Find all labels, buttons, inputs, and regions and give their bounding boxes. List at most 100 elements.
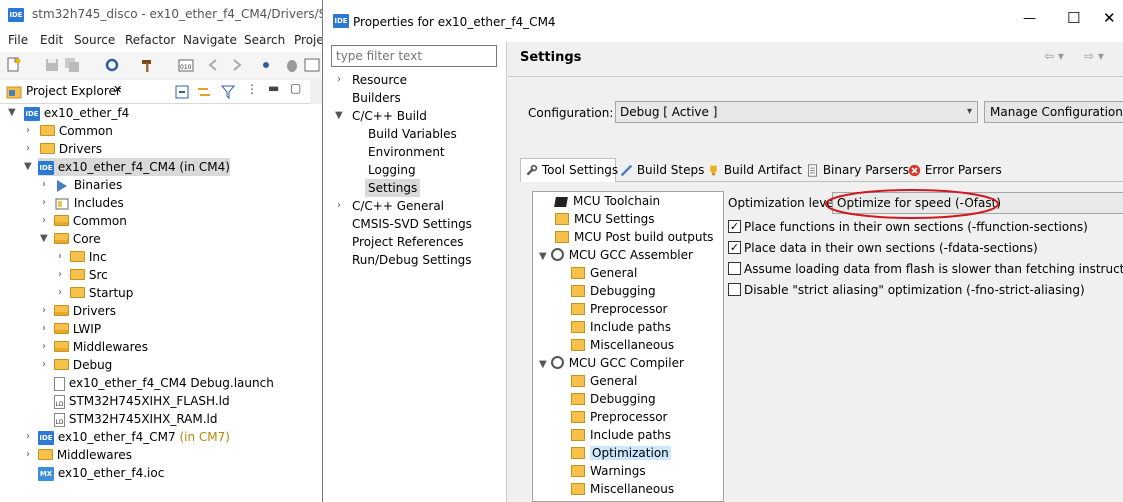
- linker-file-icon: LD: [54, 412, 65, 427]
- menu-file[interactable]: File: [8, 33, 28, 47]
- tool-item-cc-misc[interactable]: Miscellaneous: [571, 480, 674, 498]
- terminal-icon[interactable]: [304, 57, 320, 73]
- tool-item-asm-general[interactable]: General: [571, 264, 637, 282]
- chevron-right-icon[interactable]: ›: [337, 197, 347, 215]
- chevron-right-icon[interactable]: ›: [26, 122, 36, 140]
- chevron-right-icon[interactable]: ›: [58, 284, 68, 302]
- tool-item-asm-preprocessor[interactable]: Preprocessor: [571, 300, 667, 318]
- link-editor-icon[interactable]: [196, 84, 212, 100]
- tool-item-compiler[interactable]: ▼ MCU GCC Compiler: [539, 354, 684, 372]
- tool-item-cc-general[interactable]: General: [571, 372, 637, 390]
- menu-navigate[interactable]: Navigate: [183, 33, 237, 47]
- back-icon[interactable]: ⇦ ▾: [1044, 49, 1064, 63]
- hammer-icon[interactable]: [140, 57, 156, 73]
- binary-icon[interactable]: 010: [178, 57, 194, 73]
- pin-icon[interactable]: [258, 57, 274, 73]
- chevron-right-icon[interactable]: ›: [26, 428, 36, 446]
- option-strict-aliasing[interactable]: Disable "strict aliasing" optimization (…: [728, 281, 1085, 299]
- save-icon[interactable]: [44, 57, 60, 73]
- menu-refactor[interactable]: Refactor: [125, 33, 175, 47]
- minimize-icon[interactable]: —: [1023, 11, 1036, 26]
- forward-icon[interactable]: ⇨ ▾: [1084, 49, 1104, 63]
- debug-icon[interactable]: [284, 57, 300, 73]
- nav-item-label: Project References: [352, 235, 464, 249]
- chevron-right-icon[interactable]: ›: [42, 356, 52, 374]
- chevron-right-icon[interactable]: ›: [42, 302, 52, 320]
- maximize-icon[interactable]: ☐: [1067, 9, 1080, 27]
- tool-item-mcu-toolchain[interactable]: MCU Toolchain: [554, 192, 660, 210]
- chevron-right-icon[interactable]: ›: [42, 212, 52, 230]
- tree-item-label: ex10_ether_f4: [43, 106, 130, 120]
- tab-binary-parsers[interactable]: Binary Parsers: [802, 159, 913, 181]
- manage-configurations-button[interactable]: Manage Configurations...: [984, 101, 1123, 123]
- option-label: Place functions in their own sections (-…: [744, 220, 1088, 234]
- menu-project[interactable]: Proje: [294, 33, 324, 47]
- option-data-sections[interactable]: ✓ Place data in their own sections (-fdat…: [728, 239, 1038, 257]
- chevron-down-icon[interactable]: ▼: [335, 107, 345, 125]
- tool-item-asm-debugging[interactable]: Debugging: [571, 282, 656, 300]
- tool-item-cc-debugging[interactable]: Debugging: [571, 390, 656, 408]
- chevron-right-icon[interactable]: ›: [42, 338, 52, 356]
- tab-build-steps[interactable]: Build Steps: [616, 159, 708, 181]
- tab-tool-settings[interactable]: Tool Settings: [520, 158, 618, 182]
- checkbox-data-sections[interactable]: ✓: [728, 241, 741, 254]
- chevron-right-icon[interactable]: ›: [58, 266, 68, 284]
- tool-item-label: MCU Settings: [574, 212, 655, 226]
- dialog-title: Properties for ex10_ether_f4_CM4: [353, 15, 556, 29]
- filter-icon[interactable]: [220, 84, 236, 100]
- configuration-select[interactable]: Debug [ Active ] ▾: [615, 101, 978, 123]
- tool-item-cc-warnings[interactable]: Warnings: [571, 462, 646, 480]
- chevron-right-icon[interactable]: ›: [42, 320, 52, 338]
- forward-icon[interactable]: [228, 57, 244, 73]
- tool-item-cc-preprocessor[interactable]: Preprocessor: [571, 408, 667, 426]
- configuration-label: Configuration:: [528, 106, 614, 120]
- tool-item-post-build[interactable]: MCU Post build outputs: [555, 228, 713, 246]
- filter-input[interactable]: [331, 45, 497, 67]
- tool-item-cc-include-paths[interactable]: Include paths: [571, 426, 671, 444]
- folder-icon: [40, 125, 55, 136]
- chevron-right-icon[interactable]: ›: [337, 71, 347, 89]
- chevron-right-icon[interactable]: ›: [58, 248, 68, 266]
- checkbox-flash-slower[interactable]: [728, 262, 741, 275]
- tool-item-mcu-settings[interactable]: MCU Settings: [555, 210, 655, 228]
- linker-file-icon: LD: [54, 394, 65, 409]
- tool-item-asm-include-paths[interactable]: Include paths: [571, 318, 671, 336]
- collapse-all-icon[interactable]: [174, 84, 190, 100]
- settings-folder-icon: [571, 428, 585, 441]
- menu-source[interactable]: Source: [74, 33, 115, 47]
- tool-item-cc-optimization[interactable]: Optimization: [571, 444, 671, 462]
- nav-item-resource[interactable]: › Resource: [323, 71, 507, 89]
- tree-item-suffix: (in CM7): [179, 430, 230, 444]
- tab-build-artifact[interactable]: Build Artifact: [703, 159, 806, 181]
- tab-error-parsers[interactable]: Error Parsers: [904, 159, 1006, 181]
- checkbox-function-sections[interactable]: ✓: [728, 220, 741, 233]
- chevron-down-icon[interactable]: ▼: [40, 230, 50, 248]
- chevron-down-icon[interactable]: ▼: [24, 158, 34, 176]
- new-icon[interactable]: [6, 57, 22, 73]
- tree-item[interactable]: ▼ IDE ex10_ether_f4: [4, 104, 304, 122]
- option-flash-slower[interactable]: Assume loading data from flash is slower…: [728, 260, 1123, 278]
- minimize-icon[interactable]: ▬: [268, 81, 279, 95]
- chevron-down-icon[interactable]: ▼: [8, 104, 18, 122]
- chevron-right-icon[interactable]: ›: [42, 194, 52, 212]
- project-explorer-title: Project Explorer: [26, 84, 121, 98]
- menu-search[interactable]: Search: [244, 33, 285, 47]
- tree-item-label: STM32H745XIHX_FLASH.ld: [68, 394, 230, 408]
- tool-item-asm-misc[interactable]: Miscellaneous: [571, 336, 674, 354]
- chevron-down-icon[interactable]: ▼: [539, 251, 547, 262]
- view-menu-icon[interactable]: ⋮: [246, 82, 258, 96]
- option-function-sections[interactable]: ✓ Place functions in their own sections (…: [728, 218, 1088, 236]
- chevron-down-icon[interactable]: ▼: [539, 359, 547, 370]
- tool-item-assembler[interactable]: ▼ MCU GCC Assembler: [539, 246, 693, 264]
- menu-edit[interactable]: Edit: [40, 33, 63, 47]
- close-icon[interactable]: ✕: [1103, 9, 1116, 27]
- chevron-right-icon[interactable]: ›: [26, 140, 36, 158]
- checkbox-strict-aliasing[interactable]: [728, 283, 741, 296]
- back-icon[interactable]: [206, 57, 222, 73]
- save-all-icon[interactable]: [64, 57, 80, 73]
- chevron-right-icon[interactable]: ›: [42, 176, 52, 194]
- maximize-icon[interactable]: ▢: [290, 81, 301, 95]
- close-icon[interactable]: ✕: [113, 83, 122, 96]
- gear-icon[interactable]: [104, 57, 120, 73]
- chevron-right-icon[interactable]: ›: [26, 446, 36, 464]
